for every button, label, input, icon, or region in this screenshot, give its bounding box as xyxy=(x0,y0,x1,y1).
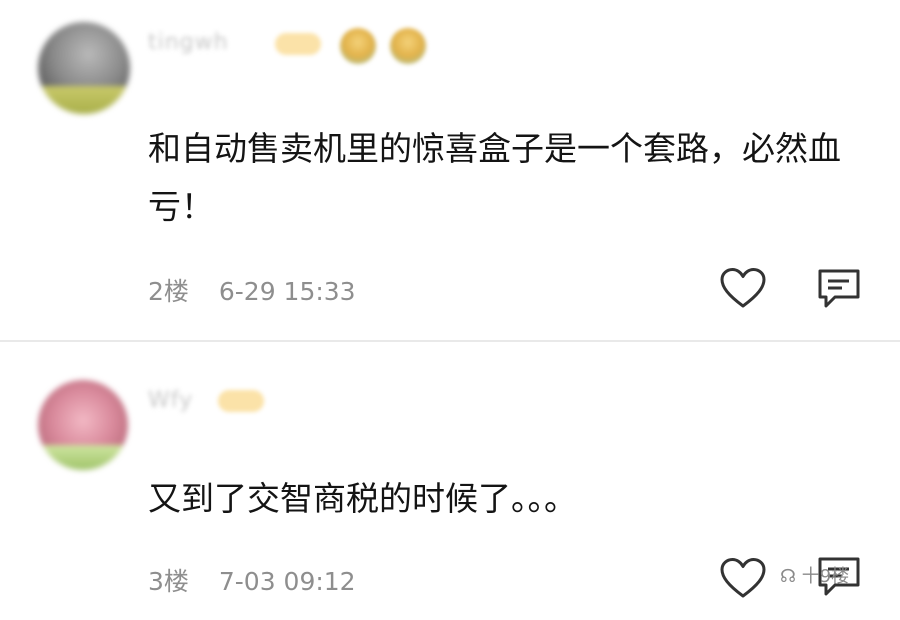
heart-outline-icon[interactable] xyxy=(720,268,766,310)
avatar[interactable] xyxy=(38,22,130,114)
user-level-badge xyxy=(275,33,321,55)
heart-outline-icon[interactable] xyxy=(720,558,766,600)
username[interactable]: tingwh xyxy=(148,30,229,55)
comment-text: 和自动售卖机里的惊喜盒子是一个套路，必然血亏！ xyxy=(148,129,841,226)
timestamp: 6-29 15:33 xyxy=(218,277,356,306)
comment-meta: 2楼 6-29 15:33 xyxy=(148,272,356,308)
avatar[interactable] xyxy=(38,380,128,470)
user-level-badge xyxy=(218,390,264,412)
divider xyxy=(0,340,900,342)
comment-text: 又到了交智商税的时候了。。。 xyxy=(148,479,577,518)
watermark: ☊ 十9楼 xyxy=(780,566,850,587)
comment-item-1: tingwh 和自动售卖机里的惊喜盒子是一个套路，必然血亏！ 2楼 6-29 1… xyxy=(0,0,900,340)
floor-number: 3楼 xyxy=(148,567,189,596)
wechat-icon: ☊ xyxy=(780,566,796,587)
username[interactable]: Wfy xyxy=(148,388,193,413)
medal-icon xyxy=(390,28,426,64)
comment-bubble-icon[interactable] xyxy=(817,268,861,310)
comment-meta: 3楼 7-03 09:12 xyxy=(148,562,356,598)
timestamp: 7-03 09:12 xyxy=(218,567,356,596)
floor-number: 2楼 xyxy=(148,277,189,306)
medal-icon xyxy=(340,28,376,64)
